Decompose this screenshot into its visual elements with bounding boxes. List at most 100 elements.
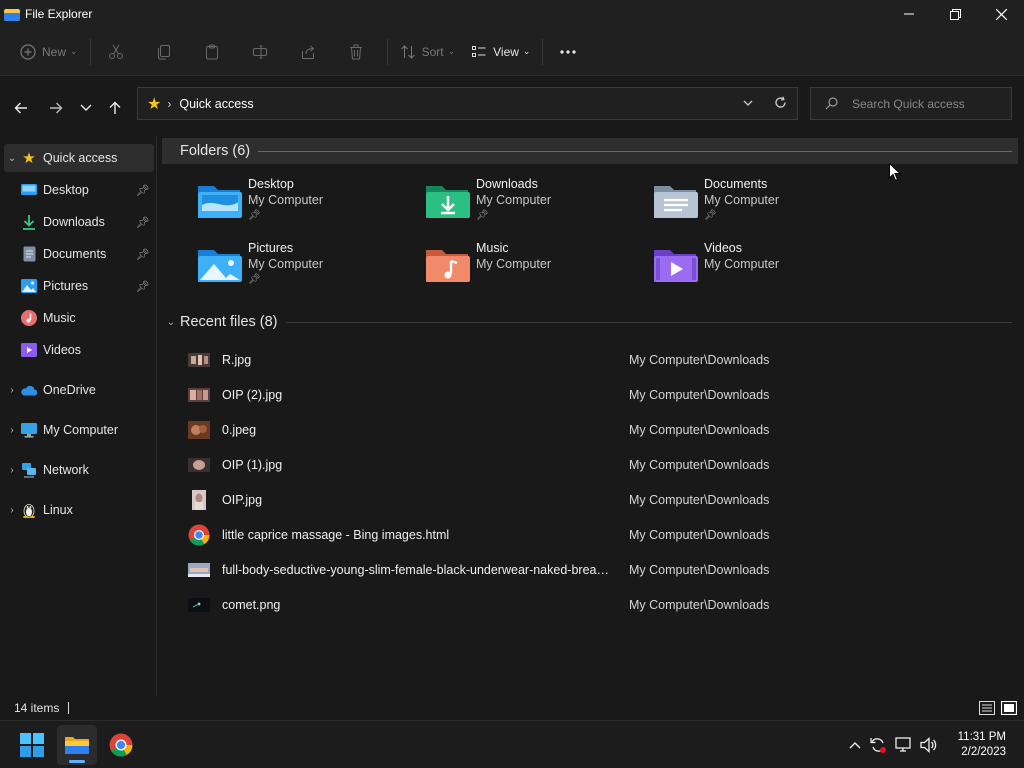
sidebar-item-downloads[interactable]: Downloads 📌︎ [20, 208, 154, 236]
address-dropdown-button[interactable] [743, 98, 753, 109]
file-location: My Computer\Downloads [629, 422, 770, 437]
sidebar-item-desktop[interactable]: Desktop 📌︎ [20, 176, 154, 204]
details-view-button[interactable] [978, 699, 996, 717]
folder-name: Pictures [248, 241, 294, 255]
image-thumbnail-icon [188, 384, 210, 406]
plus-circle-icon [20, 43, 36, 60]
rename-button[interactable] [239, 36, 287, 68]
address-path[interactable]: Quick access [179, 97, 253, 111]
table-row[interactable]: OIP.jpg My Computer\Downloads [188, 482, 1008, 517]
network-status-button[interactable] [892, 737, 916, 753]
folder-tile-downloads[interactable]: Downloads My Computer 📌︎ [424, 176, 644, 232]
expand-chevron-icon[interactable]: › [4, 425, 20, 436]
address-bar[interactable]: ★ › Quick access [137, 87, 798, 120]
close-button[interactable] [978, 0, 1024, 28]
mouse-cursor-icon [889, 163, 901, 182]
taskbar-chrome[interactable] [101, 725, 141, 765]
expand-chevron-icon[interactable]: › [4, 385, 20, 396]
star-icon: ★ [147, 95, 162, 113]
tiles-view-button[interactable] [1000, 699, 1018, 717]
cloud-icon [20, 381, 38, 399]
folder-tile-music[interactable]: Music My Computer [424, 240, 644, 296]
rename-icon [252, 45, 267, 58]
folder-tile-videos[interactable]: Videos My Computer [652, 240, 872, 296]
chevron-down-icon [743, 100, 753, 106]
expand-chevron-icon[interactable]: ⌄ [4, 153, 20, 164]
image-thumbnail-icon [188, 454, 210, 476]
image-thumbnail-icon [188, 594, 210, 616]
music-icon [20, 309, 38, 327]
sidebar-item-network[interactable]: › Network [4, 456, 154, 484]
file-name: comet.png [222, 597, 281, 612]
chrome-icon [188, 524, 210, 546]
window-title: File Explorer [25, 7, 93, 21]
table-row[interactable]: little caprice massage - Bing images.htm… [188, 517, 1008, 552]
sidebar-item-music[interactable]: Music [20, 304, 154, 332]
sort-button[interactable]: Sort ⌄ [392, 36, 464, 68]
back-button[interactable] [7, 94, 35, 122]
chrome-icon [109, 733, 133, 757]
folders-group-header[interactable]: Folders (6) [162, 138, 1018, 164]
share-button[interactable] [287, 36, 335, 68]
file-name: OIP (2).jpg [222, 387, 283, 402]
minimize-button[interactable] [886, 0, 932, 28]
sidebar-item-quick-access[interactable]: ⌄ ★ Quick access [4, 144, 154, 172]
image-thumbnail-icon [188, 489, 210, 511]
table-row[interactable]: R.jpg My Computer\Downloads [188, 342, 1008, 377]
table-row[interactable]: comet.png My Computer\Downloads [188, 587, 1008, 622]
copy-button[interactable] [143, 36, 191, 68]
folder-tile-documents[interactable]: Documents My Computer 📌︎ [652, 176, 872, 232]
address-row: ★ › Quick access [0, 76, 1024, 136]
show-hidden-icons-button[interactable] [846, 741, 864, 749]
volume-button[interactable] [916, 737, 942, 753]
file-explorer-icon [65, 737, 89, 754]
sidebar-item-my-computer[interactable]: › My Computer [4, 416, 154, 444]
recent-locations-button[interactable] [72, 94, 100, 122]
expand-chevron-icon[interactable]: › [4, 505, 20, 516]
folders-header-text: Folders (6) [180, 143, 251, 159]
more-options-button[interactable] [547, 36, 595, 68]
arrow-up-icon [109, 101, 121, 114]
view-button[interactable]: View ⌄ [463, 36, 538, 68]
taskbar-clock[interactable]: 11:31 PM 2/2/2023 [958, 730, 1006, 760]
table-row[interactable]: 0.jpeg My Computer\Downloads [188, 412, 1008, 447]
taskbar-file-explorer[interactable] [57, 725, 97, 765]
sync-status-button[interactable] [864, 736, 892, 754]
clock-date: 2/2/2023 [961, 746, 1006, 758]
paste-button[interactable] [191, 36, 239, 68]
divider [386, 38, 388, 65]
folder-tile-pictures[interactable]: Pictures My Computer 📌︎ [196, 240, 416, 296]
chevron-right-icon: › [167, 96, 172, 111]
delete-button[interactable] [335, 36, 383, 68]
sidebar-item-onedrive[interactable]: › OneDrive [4, 376, 154, 404]
cut-button[interactable] [95, 36, 143, 68]
file-name: 0.jpeg [222, 422, 257, 437]
sidebar-item-linux[interactable]: › Linux [4, 496, 154, 524]
content-pane: Folders (6) Desktop My Computer 📌︎ Downl… [158, 136, 1024, 696]
table-row[interactable]: OIP (1).jpg My Computer\Downloads [188, 447, 1008, 482]
recent-files-group-header[interactable]: ⌄ Recent files (8) [162, 309, 1018, 335]
sidebar-item-pictures[interactable]: Pictures 📌︎ [20, 272, 154, 300]
sidebar-item-label: Downloads [43, 215, 105, 229]
forward-button[interactable] [42, 94, 70, 122]
search-icon [825, 97, 838, 110]
new-button[interactable]: New ⌄ [12, 36, 86, 68]
refresh-button[interactable] [774, 96, 787, 112]
sidebar-item-documents[interactable]: Documents 📌︎ [20, 240, 154, 268]
collapse-chevron-icon[interactable]: ⌄ [162, 317, 180, 328]
start-button[interactable] [12, 725, 52, 765]
search-box[interactable] [810, 87, 1012, 120]
file-location: My Computer\Downloads [629, 457, 770, 472]
folder-tile-desktop[interactable]: Desktop My Computer 📌︎ [196, 176, 416, 232]
chevron-down-icon [80, 104, 92, 111]
up-button[interactable] [101, 94, 129, 122]
scissors-icon [108, 44, 123, 59]
table-row[interactable]: OIP (2).jpg My Computer\Downloads [188, 377, 1008, 412]
restore-button[interactable] [932, 0, 978, 28]
table-row[interactable]: full-body-seductive-young-slim-female-bl… [188, 552, 1008, 587]
search-input[interactable] [852, 96, 1002, 111]
expand-chevron-icon[interactable]: › [4, 465, 20, 476]
sidebar-item-videos[interactable]: Videos [20, 336, 154, 364]
title-bar: File Explorer [0, 0, 1024, 28]
folder-location: My Computer [248, 193, 324, 207]
